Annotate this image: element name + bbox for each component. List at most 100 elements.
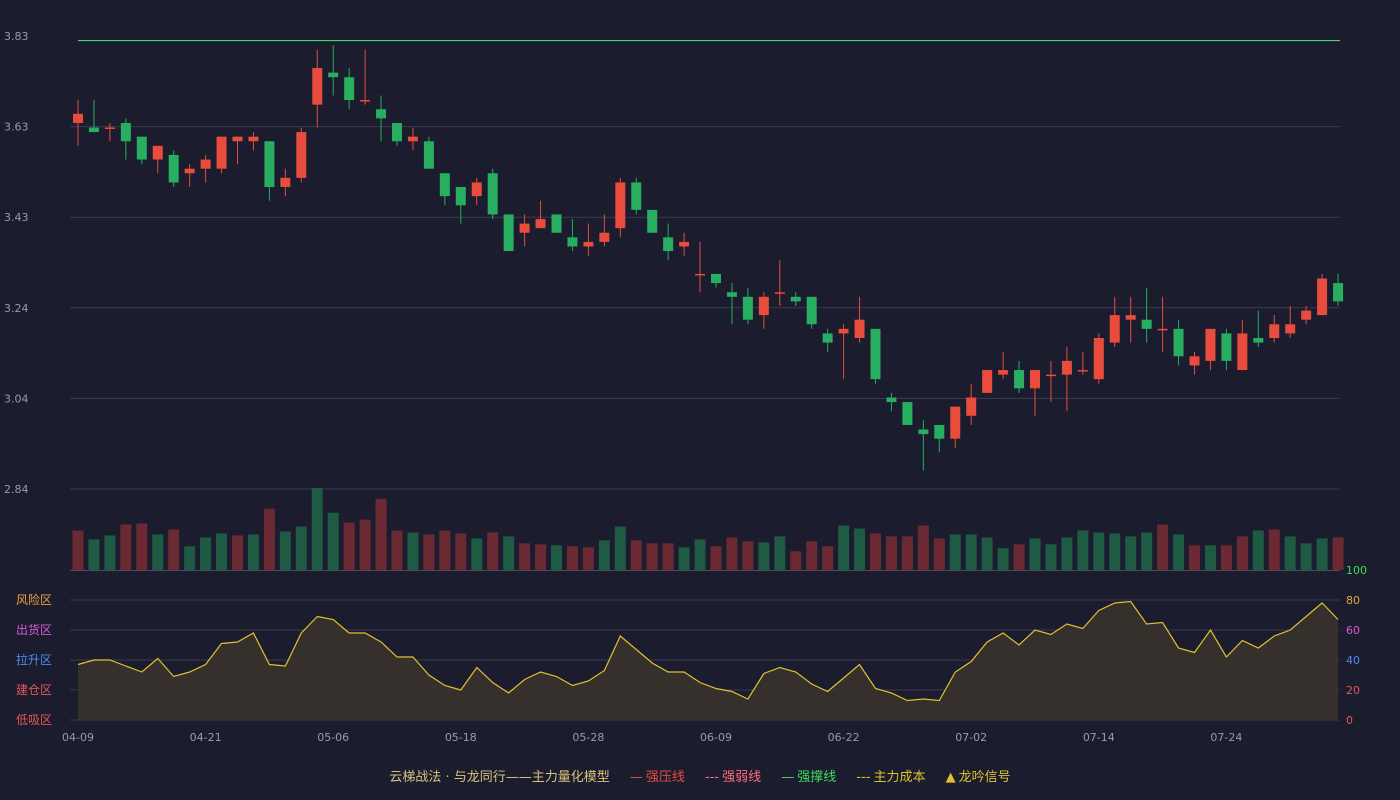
legend-marker: ---: [856, 770, 871, 785]
volume-bar: [582, 547, 594, 570]
volume-bar: [662, 543, 674, 570]
candle-body: [726, 292, 737, 297]
x-tick-label: 05-06: [317, 731, 349, 744]
volume-bar: [710, 546, 722, 570]
candle-body: [966, 397, 977, 416]
candle-body: [1173, 328, 1184, 357]
volume-bar: [391, 530, 403, 570]
volume-bar: [503, 536, 515, 570]
volume-bar: [870, 533, 881, 570]
legend-label: 强弱线: [722, 770, 762, 785]
candle-body: [360, 100, 371, 102]
legend-item-strong-support[interactable]: — 强撑线: [781, 770, 836, 785]
indicator-right-tick: 80: [1346, 594, 1360, 607]
volume-bar: [423, 534, 435, 570]
volume-bar: [758, 542, 770, 570]
volume-bar: [854, 528, 866, 570]
volume-bar: [535, 544, 547, 570]
volume-bar: [519, 543, 531, 570]
volume-bar: [981, 537, 993, 570]
candle-body: [88, 127, 99, 133]
candle-body: [423, 141, 434, 169]
legend-item-main-cost[interactable]: --- 主力成本: [856, 770, 925, 785]
candle-body: [1189, 356, 1200, 366]
legend-marker: ---: [705, 770, 720, 785]
candle-body: [854, 319, 865, 338]
volume-bar: [1300, 543, 1312, 570]
volume-bar: [822, 546, 834, 570]
volume-bar: [566, 546, 578, 570]
volume-bar: [311, 488, 323, 570]
candle-body: [599, 232, 610, 242]
volume-bar: [646, 543, 658, 570]
candle-body: [822, 333, 833, 343]
volume-bar: [885, 536, 897, 570]
legend-item-strong-resist[interactable]: — 强压线: [630, 770, 685, 785]
candle-body: [902, 402, 913, 425]
volume-bar: [1252, 530, 1264, 570]
candle-body: [950, 406, 961, 439]
legend-label: 强压线: [645, 770, 685, 785]
volume-bar: [407, 532, 419, 570]
volume-bar: [1125, 536, 1137, 570]
candle-body: [631, 182, 642, 210]
volume-bar: [742, 541, 754, 570]
volume-bar: [359, 519, 371, 570]
x-tick-label: 07-02: [955, 731, 987, 744]
candle-body: [774, 292, 785, 294]
volume-bar: [263, 508, 275, 570]
zone-label: 低吸区: [16, 713, 52, 727]
volume-series: [72, 488, 1344, 570]
volume-bar: [184, 546, 196, 570]
candle-body: [711, 273, 721, 284]
candle-body: [1014, 370, 1025, 389]
volume-bar: [168, 529, 180, 570]
candle-body: [1205, 328, 1216, 361]
volume-bar: [1268, 529, 1280, 570]
zone-label: 拉升区: [16, 652, 52, 667]
volume-bar: [1173, 534, 1185, 570]
volume-bar: [678, 547, 690, 570]
candle-body: [519, 223, 530, 233]
volume-bar: [120, 524, 132, 570]
volume-bar: [152, 534, 164, 570]
candle-body: [758, 296, 769, 316]
price-tick-label: 2.84: [4, 483, 29, 496]
volume-bar: [949, 534, 961, 570]
volume-bar: [439, 530, 451, 570]
volume-bar: [965, 534, 977, 570]
candle-body: [695, 273, 706, 276]
candle-body: [998, 370, 1009, 375]
volume-bar: [487, 532, 499, 570]
volume-bar: [551, 545, 562, 570]
price-tick-label: 3.63: [4, 121, 29, 134]
candle-body: [120, 122, 131, 142]
legend-item-strong-weak[interactable]: --- 强弱线: [705, 770, 761, 785]
volume-bar: [295, 526, 307, 570]
x-tick-label: 04-09: [62, 731, 94, 744]
price-tick-label: 3.24: [4, 302, 29, 315]
legend-marker: —: [629, 770, 643, 785]
volume-bar: [88, 539, 100, 570]
legend-label: 强撑线: [797, 770, 837, 785]
x-tick-label: 06-22: [828, 731, 860, 744]
volume-bar: [1029, 538, 1041, 570]
volume-bar: [247, 534, 259, 570]
indicator-series: [77, 600, 1339, 720]
candle-body: [280, 177, 291, 187]
zone-label: 出货区: [16, 622, 52, 637]
candle-body: [1221, 333, 1232, 361]
candle-body: [535, 219, 546, 229]
candle-body: [790, 296, 801, 302]
volume-bar: [1284, 536, 1296, 570]
volume-bar: [1204, 545, 1216, 570]
legend-item-dragon-signal[interactable]: ▲ 龙吟信号: [946, 770, 1011, 785]
candle-body: [200, 159, 211, 169]
candle-body: [184, 168, 195, 174]
candle-body: [1125, 315, 1136, 320]
volume-bar: [471, 538, 483, 570]
candle-body: [1141, 319, 1152, 329]
legend: 云梯战法 · 与龙同行——主力量化模型 — 强压线 --- 强弱线 — 强撑线 ---…: [0, 766, 1400, 785]
candle-body: [647, 209, 658, 233]
zone-label: 风险区: [16, 592, 52, 607]
